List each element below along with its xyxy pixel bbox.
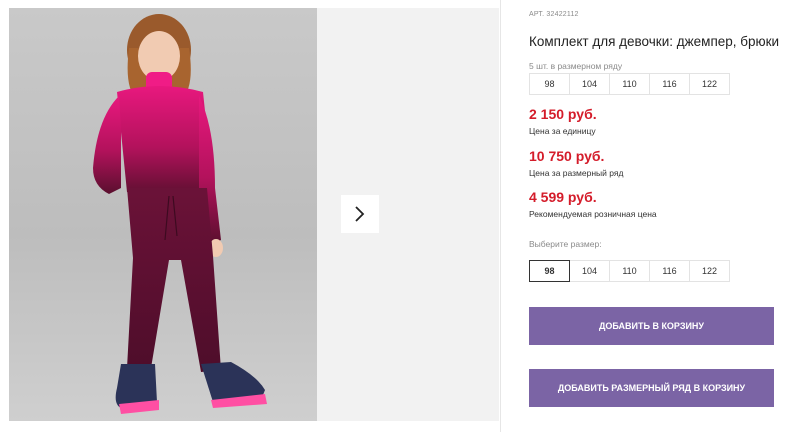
series-size-chip: 116 <box>649 73 690 95</box>
size-option[interactable]: 104 <box>569 260 610 282</box>
product-title: Комплект для девочки: джемпер, брюки <box>529 34 780 49</box>
unit-price: 2 150 руб. <box>529 106 597 122</box>
size-selector: 98 104 110 116 122 <box>529 260 730 282</box>
product-photo[interactable] <box>9 8 317 421</box>
unit-price-caption: Цена за единицу <box>529 126 596 136</box>
size-series-label: 5 шт. в размерном ряду <box>529 61 623 71</box>
product-gallery <box>9 8 499 421</box>
size-option[interactable]: 122 <box>689 260 730 282</box>
chevron-right-icon <box>355 206 365 222</box>
size-option[interactable]: 110 <box>609 260 650 282</box>
choose-size-label: Выберите размер: <box>529 239 602 249</box>
size-option-selected[interactable]: 98 <box>529 260 570 282</box>
add-series-to-cart-button[interactable]: ДОБАВИТЬ РАЗМЕРНЫЙ РЯД В КОРЗИНУ <box>529 369 774 407</box>
series-size-chip: 110 <box>609 73 650 95</box>
gallery-next-button[interactable] <box>341 195 379 233</box>
series-size-chip: 98 <box>529 73 570 95</box>
series-size-chip: 104 <box>569 73 610 95</box>
series-size-chip: 122 <box>689 73 730 95</box>
add-to-cart-button[interactable]: ДОБАВИТЬ В КОРЗИНУ <box>529 307 774 345</box>
retail-price: 4 599 руб. <box>529 189 597 205</box>
size-option[interactable]: 116 <box>649 260 690 282</box>
series-price-caption: Цена за размерный ряд <box>529 168 624 178</box>
series-price: 10 750 руб. <box>529 148 605 164</box>
retail-price-caption: Рекомендуемая розничная цена <box>529 209 657 219</box>
size-series-list: 98 104 110 116 122 <box>529 73 730 95</box>
section-divider <box>500 0 501 432</box>
girl-photo-illustration <box>93 14 267 414</box>
article-number: АРТ. 32422112 <box>529 11 579 18</box>
